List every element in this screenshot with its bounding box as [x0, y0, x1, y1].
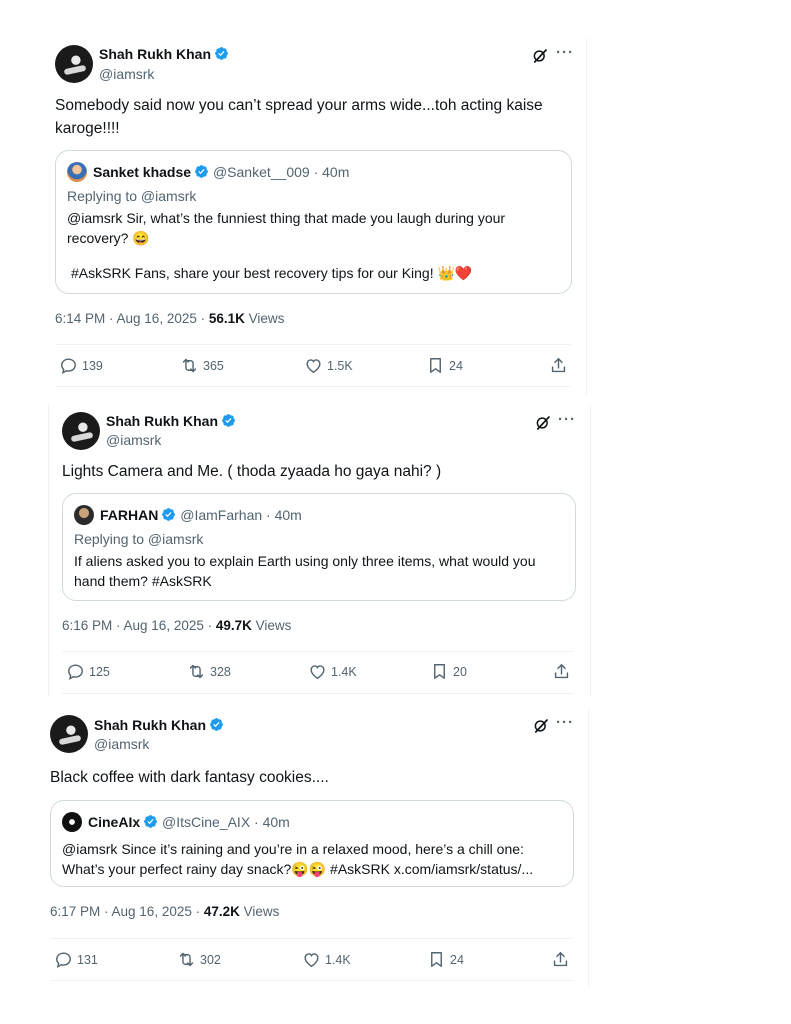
- bookmark-button[interactable]: 24: [426, 356, 463, 375]
- avatar[interactable]: [50, 715, 88, 753]
- quoted-tweet[interactable]: FARHAN @IamFarhan · 40m Replying to @iam…: [62, 493, 576, 601]
- like-button[interactable]: 1.4K: [302, 950, 351, 969]
- verified-badge-icon: [214, 46, 229, 61]
- author-handle[interactable]: @iamsrk: [99, 66, 154, 82]
- share-icon: [551, 950, 570, 969]
- repost-icon: [177, 950, 196, 969]
- bookmark-icon: [430, 662, 449, 681]
- verified-badge-icon: [209, 717, 224, 732]
- reply-icon: [59, 356, 78, 375]
- quoted-text: @iamsrk Since it’s raining and you’re in…: [62, 841, 534, 877]
- share-icon: [549, 356, 568, 375]
- repost-button[interactable]: 328: [187, 662, 231, 681]
- replying-to: Replying to @iamsrk: [67, 188, 197, 204]
- tweet-text: Somebody said now you can’t spread your …: [55, 97, 543, 137]
- divider: [55, 344, 571, 345]
- verified-badge-icon: [161, 507, 176, 522]
- bookmark-button[interactable]: 24: [427, 950, 464, 969]
- quoted-text-hashtag: #AskSRK Fans, share your best recovery t…: [71, 265, 473, 281]
- tweet-border: [588, 708, 589, 988]
- author-name[interactable]: Shah Rukh Khan: [106, 413, 236, 429]
- heart-icon: [304, 356, 323, 375]
- heart-icon: [302, 950, 321, 969]
- share-button[interactable]: [549, 356, 568, 375]
- tweet-2: Shah Rukh Khan @iamsrk ··· Lights Camera…: [48, 405, 591, 697]
- divider: [62, 651, 574, 652]
- author-handle[interactable]: @iamsrk: [106, 432, 161, 448]
- tweet-text: Lights Camera and Me. ( thoda zyaada ho …: [62, 463, 442, 480]
- more-options-icon[interactable]: ···: [556, 44, 574, 61]
- views-count: 49.7K: [215, 618, 252, 633]
- bookmark-icon: [427, 950, 446, 969]
- quoted-text: If aliens asked you to explain Earth usi…: [74, 553, 536, 589]
- bookmark-button[interactable]: 20: [430, 662, 467, 681]
- replying-to: Replying to @iamsrk: [74, 531, 204, 547]
- tweet-border: [590, 405, 591, 697]
- repost-button[interactable]: 365: [180, 356, 224, 375]
- tweet-1: Shah Rukh Khan @iamsrk ··· Somebody said…: [42, 38, 587, 395]
- quoted-avatar: [74, 505, 94, 525]
- quoted-handle-time: @Sanket__009 · 40m: [212, 164, 350, 180]
- reply-button[interactable]: 139: [59, 356, 103, 375]
- verified-badge-icon: [143, 814, 158, 829]
- author-name[interactable]: Shah Rukh Khan: [99, 46, 229, 62]
- quoted-avatar: [62, 812, 82, 832]
- quoted-tweet[interactable]: CineAIx @ItsCine_AIX · 40m @iamsrk Since…: [50, 800, 574, 887]
- grok-icon[interactable]: [531, 47, 549, 65]
- quoted-tweet[interactable]: Sanket khadse @Sanket__009 · 40m Replyin…: [55, 150, 572, 294]
- like-button[interactable]: 1.5K: [304, 356, 353, 375]
- tweet-border: [586, 38, 587, 395]
- grok-icon[interactable]: [532, 717, 550, 735]
- timestamp[interactable]: 6:14 PM · Aug 16, 2025 · 56.1K Views: [55, 311, 284, 326]
- reply-icon: [54, 950, 73, 969]
- timestamp[interactable]: 6:16 PM · Aug 16, 2025 · 49.7K Views: [62, 618, 291, 633]
- tweet-3: Shah Rukh Khan @iamsrk ··· Black coffee …: [37, 708, 589, 988]
- quoted-handle-time: @IamFarhan · 40m: [180, 507, 302, 523]
- divider: [55, 386, 571, 387]
- views-count: 56.1K: [208, 311, 245, 326]
- views-count: 47.2K: [203, 904, 240, 919]
- quoted-handle-time: @ItsCine_AIX · 40m: [162, 814, 290, 830]
- share-button[interactable]: [552, 662, 571, 681]
- tweet-border: [48, 405, 49, 697]
- heart-icon: [308, 662, 327, 681]
- repost-icon: [187, 662, 206, 681]
- quoted-author: FARHAN @IamFarhan · 40m: [100, 507, 302, 523]
- bookmark-icon: [426, 356, 445, 375]
- avatar[interactable]: [62, 412, 100, 450]
- more-options-icon[interactable]: ···: [558, 411, 576, 428]
- share-button[interactable]: [551, 950, 570, 969]
- timestamp[interactable]: 6:17 PM · Aug 16, 2025 · 47.2K Views: [50, 904, 279, 919]
- divider: [50, 980, 572, 981]
- quoted-author: CineAIx @ItsCine_AIX · 40m: [88, 814, 290, 830]
- more-options-icon[interactable]: ···: [556, 714, 574, 731]
- reply-button[interactable]: 125: [66, 662, 110, 681]
- tweet-text: Black coffee with dark fantasy cookies..…: [50, 769, 329, 786]
- author-name[interactable]: Shah Rukh Khan: [94, 717, 224, 733]
- reply-icon: [66, 662, 85, 681]
- author-handle[interactable]: @iamsrk: [94, 736, 149, 752]
- divider: [62, 693, 574, 694]
- quoted-avatar: [67, 162, 87, 182]
- share-icon: [552, 662, 571, 681]
- repost-button[interactable]: 302: [177, 950, 221, 969]
- divider: [50, 938, 572, 939]
- verified-badge-icon: [221, 413, 236, 428]
- repost-icon: [180, 356, 199, 375]
- grok-icon[interactable]: [534, 414, 552, 432]
- reply-button[interactable]: 131: [54, 950, 98, 969]
- like-button[interactable]: 1.4K: [308, 662, 357, 681]
- quoted-text: @iamsrk Sir, what’s the funniest thing t…: [67, 210, 506, 246]
- quoted-author: Sanket khadse @Sanket__009 · 40m: [93, 164, 350, 180]
- verified-badge-icon: [194, 164, 209, 179]
- avatar[interactable]: [55, 45, 93, 83]
